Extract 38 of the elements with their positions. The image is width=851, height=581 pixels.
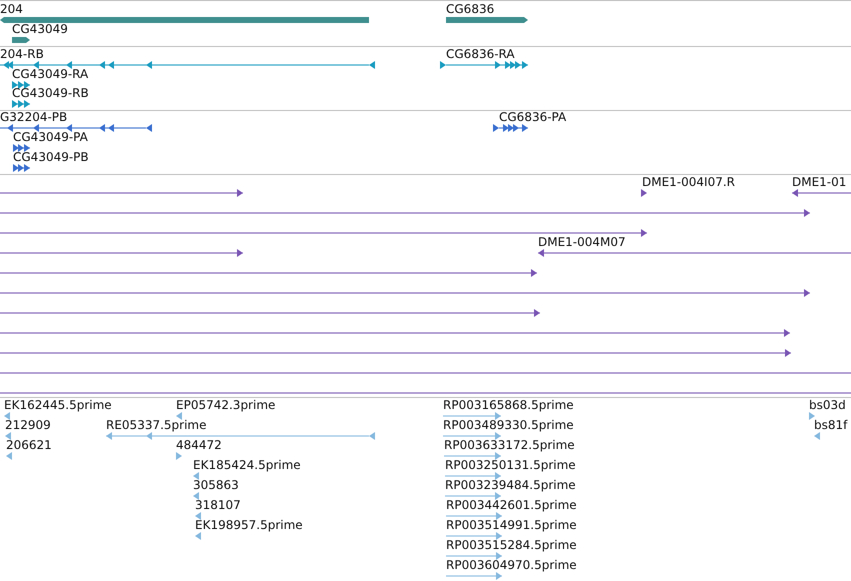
feature-label: RP003489330.5prime: [443, 418, 574, 432]
feature-label: DME1-004I07.R: [642, 175, 736, 189]
feature-label: RP003515284.5prime: [446, 538, 577, 552]
feature-label: RP003239484.5prime: [445, 478, 576, 492]
feature-label: CG6836-PA: [499, 111, 566, 124]
feature-label: RP003633172.5prime: [444, 438, 575, 452]
feature-label: CG43049-RB: [12, 86, 89, 100]
feature-label: RE05337.5prime: [106, 418, 206, 432]
protein-line[interactable]: [0, 124, 152, 132]
feature-label: RP003250131.5prime: [445, 458, 576, 472]
feature-label: RP003165868.5prime: [443, 398, 574, 412]
feature-label: CG6836: [446, 2, 494, 16]
feature-label: G32204-PB: [0, 111, 68, 124]
feature-label: 204: [0, 2, 23, 16]
feature-label: 204-RB: [0, 47, 44, 61]
feature-label: 484472: [176, 438, 222, 452]
gene-bar[interactable]: [12, 37, 30, 43]
feature-label: 318107: [195, 498, 241, 512]
feature-label: CG43049-PB: [13, 150, 89, 164]
feature-label: CG6836-RA: [446, 47, 515, 61]
feature-label: DME1-01: [792, 175, 846, 189]
feature-label: RP003442601.5prime: [446, 498, 577, 512]
feature-label: CG43049-PA: [13, 130, 88, 144]
feature-label: RP003604970.5prime: [446, 558, 577, 572]
feature-label: DME1-004M07: [538, 235, 626, 249]
gene-bar[interactable]: [446, 17, 528, 23]
feature-label: bs03d: [809, 398, 846, 412]
feature-label: EK185424.5prime: [193, 458, 301, 472]
feature-label: EP05742.3prime: [176, 398, 276, 412]
feature-label: EK162445.5prime: [4, 398, 112, 412]
feature-label: CG43049: [12, 22, 68, 36]
feature-label: 305863: [193, 478, 239, 492]
feature-label: bs81f: [814, 418, 848, 432]
feature-label: 206621: [6, 438, 52, 452]
feature-label: RP003514991.5prime: [446, 518, 577, 532]
feature-label: EK198957.5prime: [195, 518, 303, 532]
feature-label: CG43049-RA: [12, 67, 88, 81]
feature-label: 212909: [5, 418, 51, 432]
